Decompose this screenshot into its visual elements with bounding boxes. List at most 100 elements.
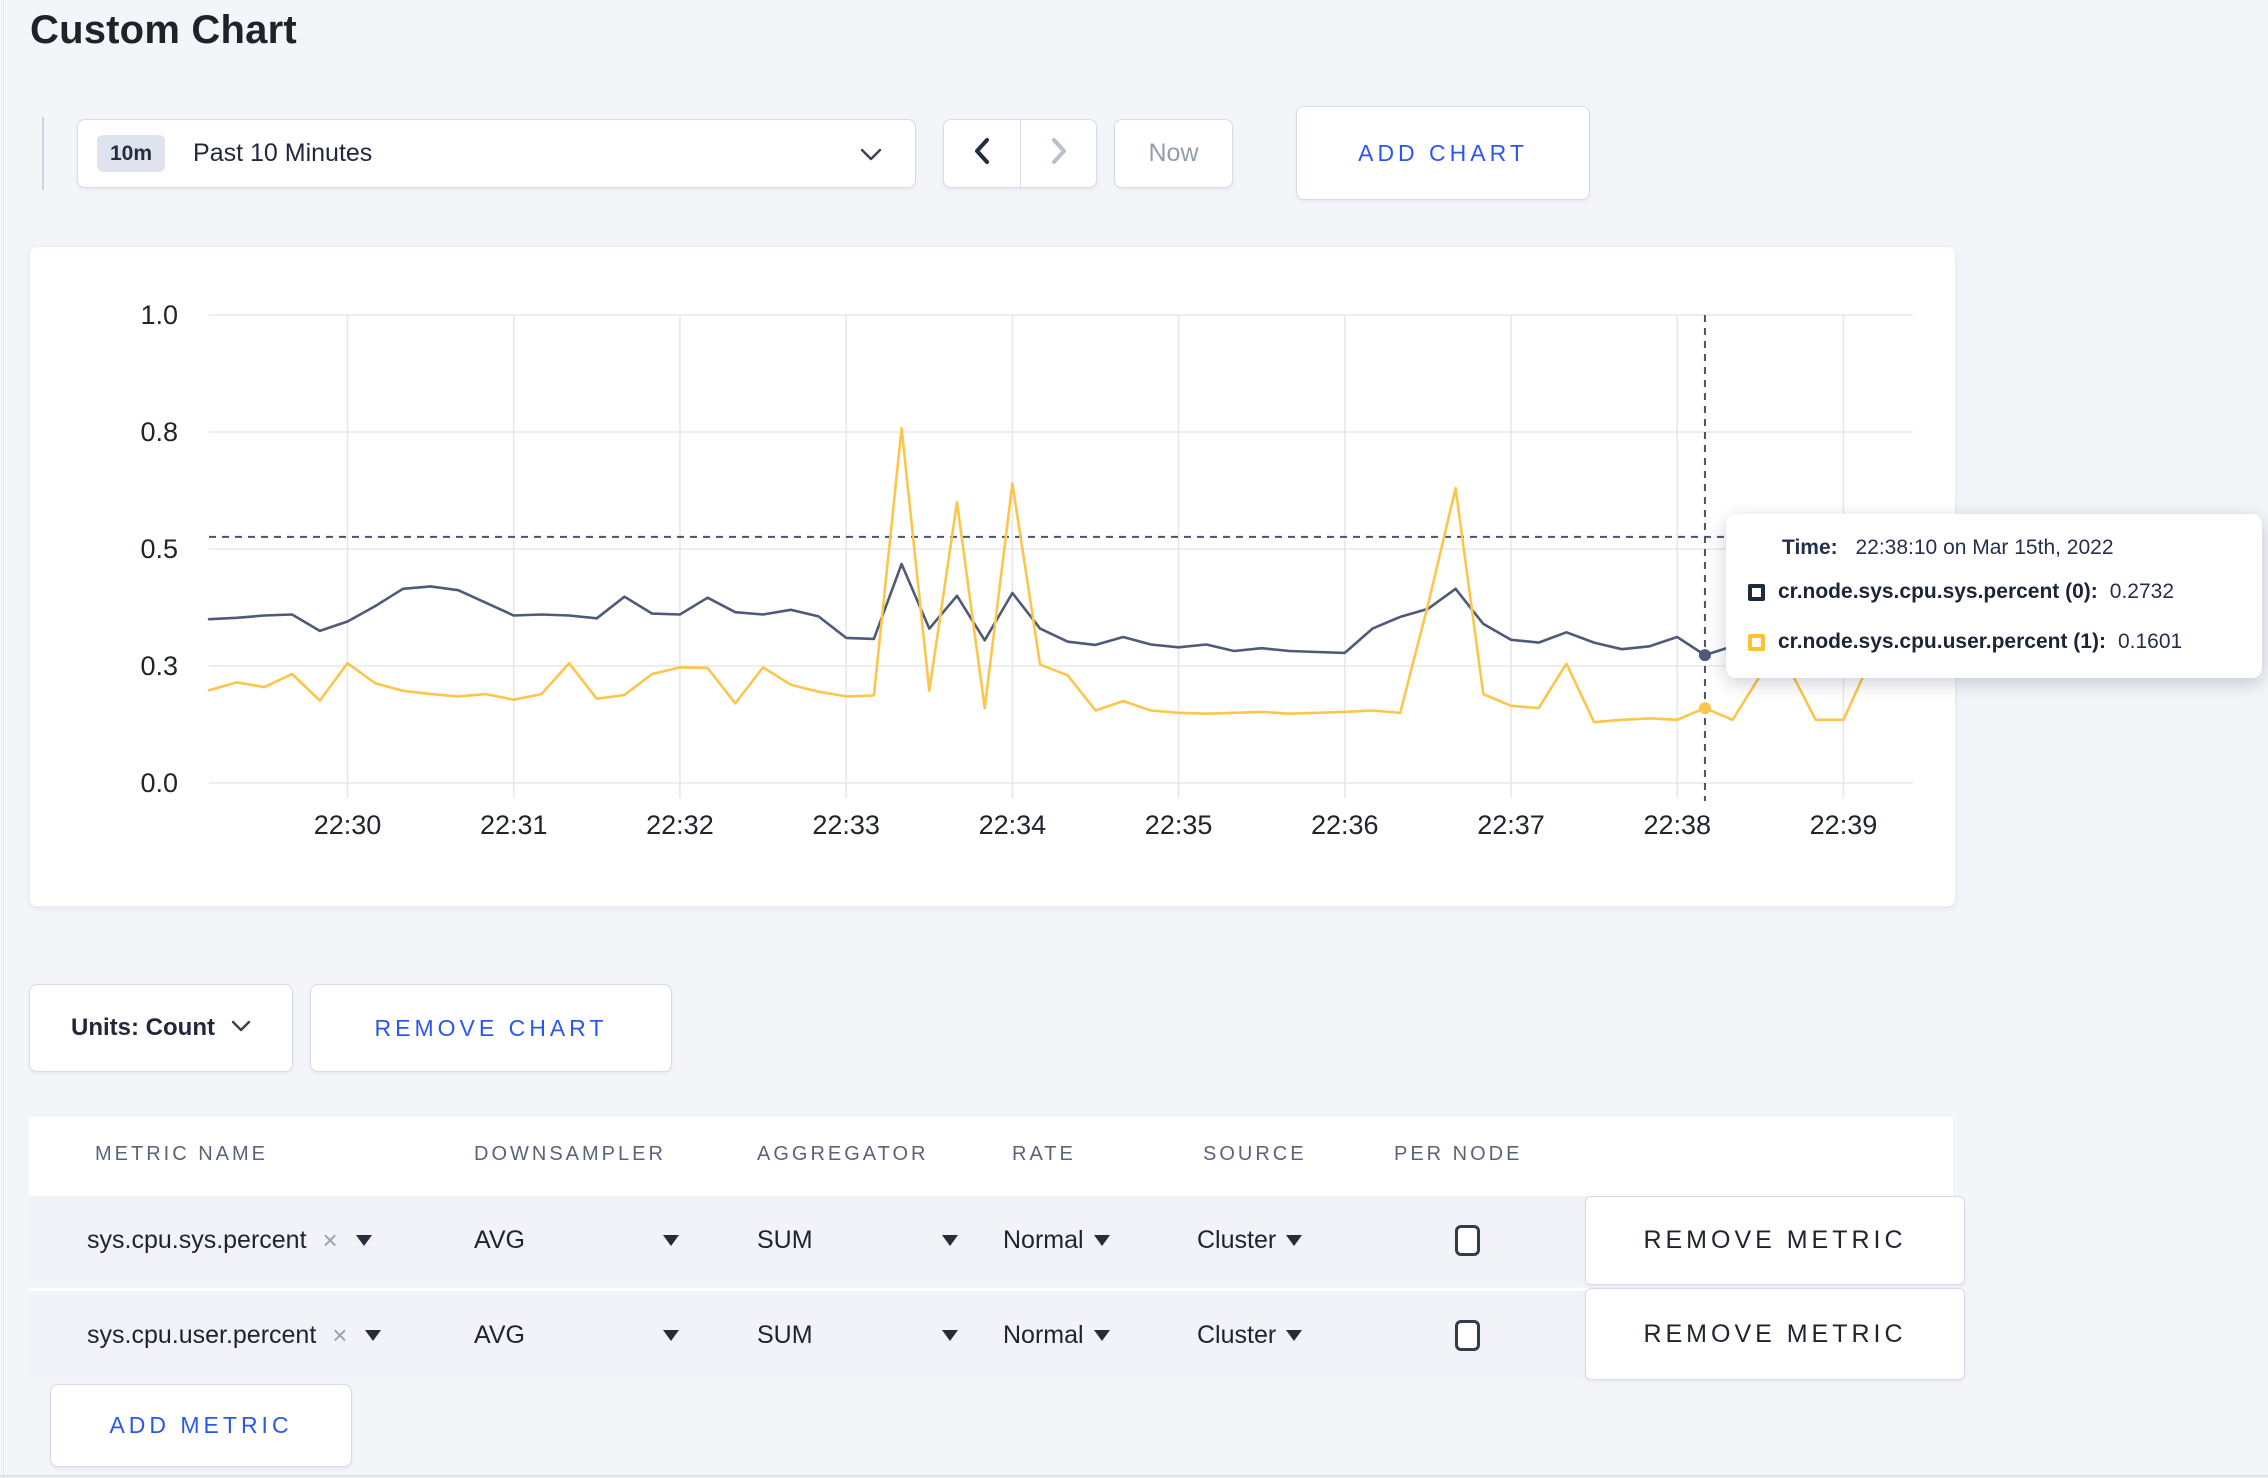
per-node-cell <box>1437 1196 1497 1285</box>
toolbar-left-divider <box>42 117 44 190</box>
caret-down-icon[interactable] <box>355 1235 372 1246</box>
caret-down-icon <box>1286 1235 1303 1246</box>
tooltip-series-value: 0.1601 <box>2117 630 2183 653</box>
clear-metric-icon[interactable]: × <box>332 1320 347 1351</box>
tooltip-time-row: Time: 22:38:10 on Mar 15th, 2022 <box>1782 536 2114 560</box>
caret-down-icon <box>942 1330 958 1341</box>
aggregator-value: SUM <box>757 1226 813 1254</box>
remove-chart-label: REMOVE CHART <box>374 1014 608 1041</box>
svg-text:22:34: 22:34 <box>979 810 1047 840</box>
caret-down-icon <box>1093 1235 1110 1246</box>
add-metric-label: ADD METRIC <box>109 1412 293 1438</box>
svg-text:22:38: 22:38 <box>1643 810 1711 840</box>
downsampler-select[interactable]: AVG <box>474 1291 679 1380</box>
chevron-right-icon <box>1048 136 1070 171</box>
header-per-node: PER NODE <box>1394 1143 1523 1165</box>
rate-select[interactable]: Normal <box>1003 1291 1110 1380</box>
time-range-label: Past 10 Minutes <box>193 139 373 167</box>
tooltip-series-row: cr.node.sys.cpu.sys.percent (0): 0.2732 <box>1748 580 2174 604</box>
page-left-border <box>3 0 4 1478</box>
series-sys-swatch-icon <box>1748 583 1765 601</box>
metric-row: sys.cpu.user.percent × AVG SUM Normal Cl… <box>29 1288 1965 1380</box>
source-select[interactable]: Cluster <box>1197 1196 1303 1285</box>
metric-name-select[interactable]: sys.cpu.sys.percent × <box>87 1196 372 1285</box>
tooltip-series-name: cr.node.sys.cpu.user.percent (1): <box>1778 630 2106 653</box>
series-user-swatch-icon <box>1748 633 1765 651</box>
svg-text:22:32: 22:32 <box>646 810 714 840</box>
chart-card[interactable]: 0.0 0.3 0.5 0.8 1.0 22:30 22:31 22:32 22:33 22:34… <box>29 246 1956 907</box>
tooltip-series-name: cr.node.sys.cpu.sys.percent (0): <box>1778 580 2098 603</box>
header-aggregator: AGGREGATOR <box>757 1143 929 1165</box>
metric-name-value: sys.cpu.user.percent <box>87 1321 317 1349</box>
header-metric-name: METRIC NAME <box>95 1143 268 1165</box>
rate-value: Normal <box>1003 1321 1084 1349</box>
metric-name-select[interactable]: sys.cpu.user.percent × <box>87 1291 382 1380</box>
remove-metric-label: REMOVE METRIC <box>1643 1226 1907 1254</box>
add-chart-button[interactable]: ADD CHART <box>1296 106 1590 200</box>
tooltip-series-row: cr.node.sys.cpu.user.percent (1): 0.1601 <box>1748 630 2182 654</box>
per-node-checkbox[interactable] <box>1454 1320 1480 1351</box>
time-nav-group <box>943 119 1097 188</box>
metrics-table-header: METRIC NAME DOWNSAMPLER AGGREGATOR RATE … <box>29 1117 1953 1196</box>
caret-down-icon <box>663 1235 679 1246</box>
remove-chart-button[interactable]: REMOVE CHART <box>310 984 672 1072</box>
units-select[interactable]: Units: Count <box>29 984 293 1072</box>
source-value: Cluster <box>1197 1226 1277 1254</box>
chevron-left-icon <box>971 136 993 171</box>
tooltip-series-value: 0.2732 <box>2109 580 2175 603</box>
tooltip-time-label: Time: <box>1782 536 1838 559</box>
downsampler-value: AVG <box>474 1226 525 1254</box>
aggregator-select[interactable]: SUM <box>757 1291 958 1380</box>
svg-text:22:37: 22:37 <box>1477 810 1545 840</box>
caret-down-icon <box>1286 1330 1303 1341</box>
time-range-badge: 10m <box>97 135 166 172</box>
caret-down-icon[interactable] <box>365 1330 382 1341</box>
caret-down-icon <box>942 1235 958 1246</box>
clear-metric-icon[interactable]: × <box>323 1225 338 1256</box>
caret-down-icon <box>1093 1330 1110 1341</box>
svg-text:1.0: 1.0 <box>140 300 178 330</box>
header-rate: RATE <box>1012 1143 1076 1165</box>
chevron-down-icon <box>231 1019 251 1037</box>
svg-text:22:30: 22:30 <box>314 810 382 840</box>
page-title: Custom Chart <box>30 8 297 52</box>
remove-metric-label: REMOVE METRIC <box>1643 1319 1907 1348</box>
metric-row: sys.cpu.sys.percent × AVG SUM Normal Clu… <box>29 1196 1965 1285</box>
svg-text:22:36: 22:36 <box>1311 810 1379 840</box>
metric-name-value: sys.cpu.sys.percent <box>87 1226 307 1254</box>
remove-metric-button[interactable]: REMOVE METRIC <box>1585 1196 1965 1285</box>
header-source: SOURCE <box>1203 1143 1307 1165</box>
svg-text:22:39: 22:39 <box>1810 810 1878 840</box>
add-chart-label: ADD CHART <box>1358 139 1528 166</box>
rate-value: Normal <box>1003 1226 1084 1254</box>
aggregator-select[interactable]: SUM <box>757 1196 958 1285</box>
time-next-button[interactable] <box>1020 120 1096 187</box>
remove-metric-button[interactable]: REMOVE METRIC <box>1585 1288 1965 1380</box>
per-node-cell <box>1437 1291 1497 1380</box>
caret-down-icon <box>663 1330 679 1341</box>
svg-text:0.5: 0.5 <box>140 534 178 564</box>
header-downsampler: DOWNSAMPLER <box>474 1143 666 1165</box>
source-select[interactable]: Cluster <box>1197 1291 1303 1380</box>
tooltip-time-value: 22:38:10 on Mar 15th, 2022 <box>1855 536 2114 559</box>
now-button-label: Now <box>1148 139 1199 167</box>
page-bottom-border <box>0 1475 2268 1477</box>
aggregator-value: SUM <box>757 1321 813 1349</box>
add-metric-button[interactable]: ADD METRIC <box>50 1384 352 1467</box>
downsampler-value: AVG <box>474 1321 525 1349</box>
svg-text:22:31: 22:31 <box>480 810 548 840</box>
time-prev-button[interactable] <box>944 120 1020 187</box>
svg-text:22:33: 22:33 <box>812 810 880 840</box>
chart-tooltip: Time: 22:38:10 on Mar 15th, 2022 cr.node… <box>1726 514 2262 678</box>
svg-text:0.8: 0.8 <box>140 417 178 447</box>
svg-text:0.0: 0.0 <box>140 768 178 798</box>
time-range-select[interactable]: 10m Past 10 Minutes <box>77 119 916 188</box>
svg-text:22:35: 22:35 <box>1145 810 1213 840</box>
now-button[interactable]: Now <box>1114 119 1233 188</box>
downsampler-select[interactable]: AVG <box>474 1196 679 1285</box>
rate-select[interactable]: Normal <box>1003 1196 1110 1285</box>
per-node-checkbox[interactable] <box>1454 1225 1480 1256</box>
source-value: Cluster <box>1197 1321 1277 1349</box>
units-select-label: Units: Count <box>71 1014 215 1041</box>
line-chart[interactable]: 0.0 0.3 0.5 0.8 1.0 22:30 22:31 22:32 22:33 22:34… <box>30 247 1957 908</box>
